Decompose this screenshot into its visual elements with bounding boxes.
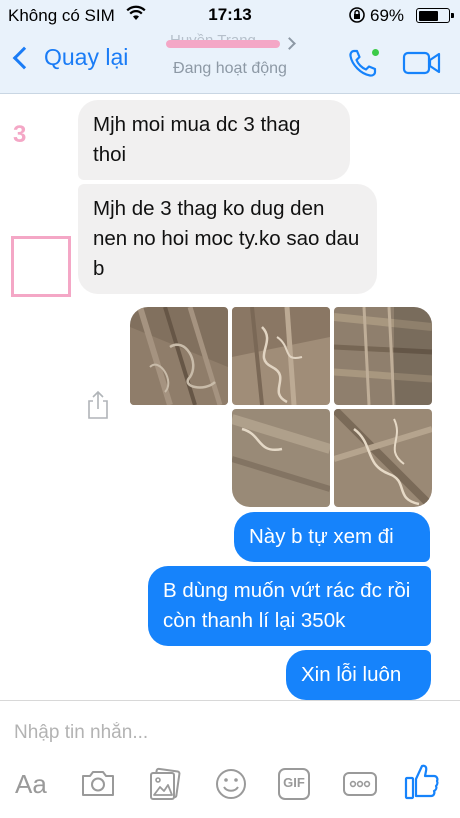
message-bubble-incoming[interactable]: Mjh de 3 thag ko dug den nen no hoi moc …	[78, 184, 377, 294]
message-input[interactable]	[14, 715, 444, 751]
gallery-button[interactable]	[148, 767, 182, 807]
composer: Aa	[0, 700, 460, 818]
shared-photo[interactable]	[232, 307, 330, 405]
lock-rotation-icon	[349, 7, 365, 23]
video-camera-icon	[402, 51, 441, 75]
chevron-left-icon	[12, 46, 36, 69]
conversation-header: Quay lại Huyền Trang Đang hoạt động	[0, 30, 460, 94]
gif-button[interactable]: GIF	[277, 767, 311, 807]
active-status: Đang hoạt động	[173, 60, 287, 77]
status-bar: Không có SIM 17:13 69%	[0, 0, 460, 30]
battery-percent: 69%	[370, 6, 405, 25]
text-format-button[interactable]: Aa	[15, 769, 47, 809]
video-call-button[interactable]	[402, 50, 442, 76]
thumbs-up-icon	[404, 764, 439, 800]
message-bubble-incoming[interactable]: Mjh moi mua dc 3 thag thoi	[78, 100, 350, 180]
gallery-icon	[150, 767, 181, 800]
redaction-mark	[166, 40, 280, 48]
share-button[interactable]	[86, 390, 110, 420]
message-bubble-outgoing[interactable]: Xin lỗi luôn	[286, 650, 431, 700]
emoji-icon	[216, 769, 246, 799]
like-button[interactable]	[404, 761, 440, 801]
shared-photo[interactable]	[334, 307, 432, 405]
composer-toolbar: Aa GIF	[0, 764, 460, 811]
contact-name[interactable]: Huyền Trang	[160, 32, 300, 52]
camera-button[interactable]	[80, 767, 116, 807]
voice-call-button[interactable]	[346, 46, 380, 80]
back-button[interactable]: Quay lại	[10, 44, 128, 71]
share-icon	[88, 390, 108, 419]
message-list[interactable]: 3 Mjh moi mua dc 3 thag thoi Mjh de 3 th…	[0, 94, 460, 700]
shared-photo[interactable]	[130, 307, 228, 405]
online-indicator	[371, 48, 380, 57]
camera-icon	[82, 771, 114, 796]
back-button-label: Quay lại	[44, 44, 129, 70]
annotation-box	[11, 236, 71, 297]
shared-photo[interactable]	[232, 409, 330, 507]
message-bubble-outgoing[interactable]: Này b tự xem đi	[234, 512, 430, 562]
more-icon	[343, 772, 377, 796]
emoji-button[interactable]	[214, 767, 248, 807]
battery-icon	[416, 8, 454, 23]
annotation-number: 3	[13, 121, 27, 148]
shared-photo[interactable]	[334, 409, 432, 507]
message-bubble-outgoing[interactable]: B dùng muốn vứt rác đc rồi còn thanh lí …	[148, 566, 431, 646]
more-button[interactable]	[342, 767, 378, 807]
gif-label: GIF	[283, 775, 305, 790]
